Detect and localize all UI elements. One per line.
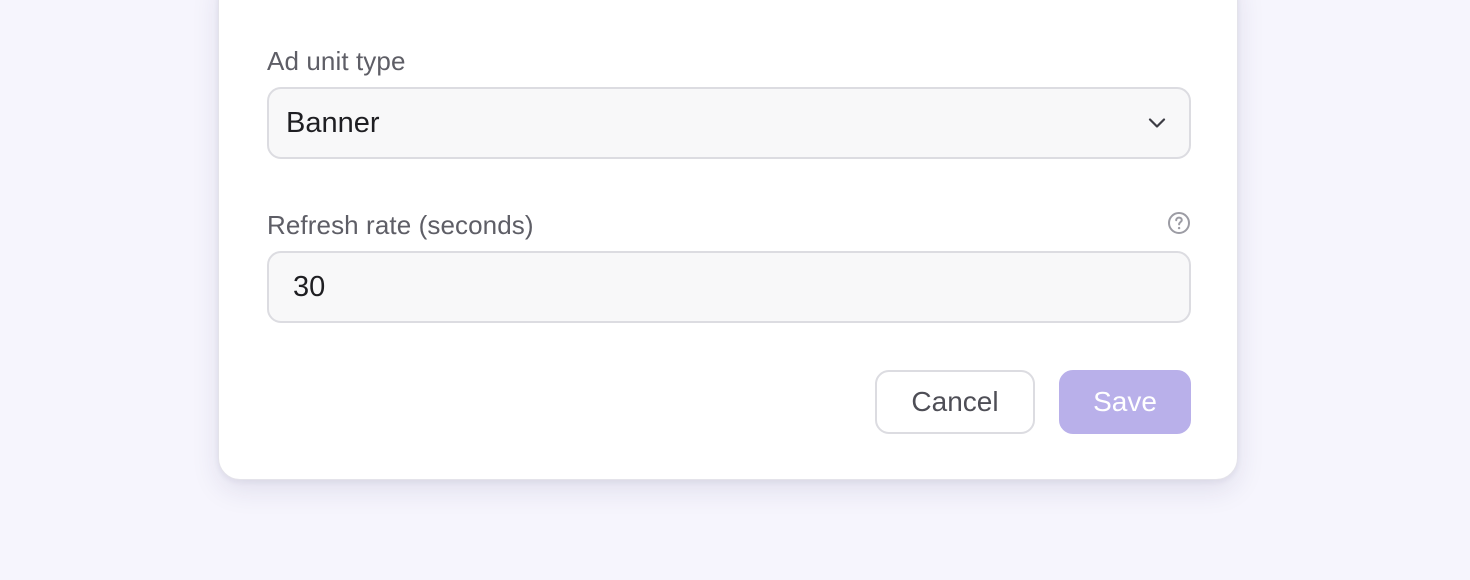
- refresh-rate-label: Refresh rate (seconds): [267, 210, 534, 240]
- ad-unit-type-label: Ad unit type: [267, 46, 406, 76]
- save-button[interactable]: Save: [1059, 370, 1191, 434]
- chevron-down-icon: [1148, 118, 1166, 128]
- ad-unit-type-selected-value: Banner: [286, 107, 380, 139]
- refresh-rate-input[interactable]: [267, 251, 1191, 323]
- cancel-button[interactable]: Cancel: [875, 370, 1035, 434]
- ad-unit-type-select[interactable]: Banner: [267, 87, 1191, 159]
- settings-card: Ad unit type Banner Refresh rate (second…: [218, 0, 1238, 480]
- help-icon[interactable]: [1167, 211, 1191, 235]
